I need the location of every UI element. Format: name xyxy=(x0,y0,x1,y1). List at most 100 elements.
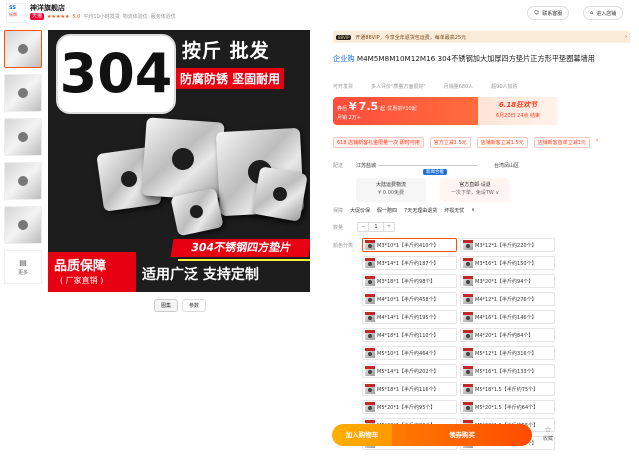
sku-label: M3*10*1【半斤约410个】 xyxy=(377,242,439,249)
contact-service-button[interactable]: ☺ 联系客服 xyxy=(527,6,570,20)
sku-label: M4*20*1【半斤约84个】 xyxy=(475,332,534,339)
product-meta-row: 可开发票 多人评价"质量方面很好" 月销量680人 超90人加购 xyxy=(333,83,518,90)
sku-option[interactable]: M5*18*1【半斤约116个】 xyxy=(362,382,457,396)
image-banner: 304不锈钢四方垫片 xyxy=(170,239,310,257)
sku-label: M4*14*1【半斤约195个】 xyxy=(377,314,439,321)
product-title: 企业购 M4M5M8M10M12M16 304不锈钢加大加厚四方垫片正方形平垫圈… xyxy=(333,53,623,64)
image-underline xyxy=(178,259,310,261)
image-title: 按斤 批发 xyxy=(182,40,270,62)
action-bar: 加入购物车 领券购买 ☆ 收藏 xyxy=(332,424,564,446)
favorite-button[interactable]: ☆ 收藏 xyxy=(536,425,560,445)
chevron-right-icon[interactable]: › xyxy=(596,137,598,148)
gallery-tabs: 图集 参数 xyxy=(154,299,207,312)
sku-label: M3*14*1【半斤约187个】 xyxy=(377,260,439,267)
sku-option[interactable]: M5*16*1【半斤约133个】 xyxy=(460,364,555,378)
shipping-option-1-price: ¥ 0.00免费 xyxy=(378,190,404,196)
sku-option[interactable]: M5*18*1.5【半斤约75个】 xyxy=(460,382,555,396)
sku-option[interactable]: M3*12*1【半斤约220个】 xyxy=(460,238,555,252)
thumbnail-4[interactable] xyxy=(4,162,42,200)
sku-option[interactable]: M3*10*1【半斤约410个】 xyxy=(362,238,457,252)
sku-option[interactable]: M5*10*1【半斤约464个】 xyxy=(362,346,457,360)
price-original: 优惠前¥10起 xyxy=(387,106,417,112)
sku-option[interactable]: M5*14*1【半斤约202个】 xyxy=(362,364,457,378)
sku-option[interactable]: M3*20*1【半斤约94个】 xyxy=(460,274,555,288)
sku-option[interactable]: M5*12*1【半斤约316个】 xyxy=(460,346,555,360)
shop-stat-logistics: 物流体验优 xyxy=(122,14,148,20)
buy-now-button[interactable]: 领券购买 xyxy=(392,424,532,446)
sku-option[interactable]: M3*16*1【半斤约150个】 xyxy=(460,256,555,270)
sku-option[interactable]: M3*18*1【半斤约98个】 xyxy=(362,274,457,288)
thumbnail-list: ▤ 更多 xyxy=(4,30,44,284)
shop-name[interactable]: 神洋旗舰店 xyxy=(30,3,65,13)
meta-sales: 月销量680人 xyxy=(443,84,474,90)
ship-to[interactable]: 台湾凤山区 xyxy=(494,162,519,169)
shipping-option-direct[interactable]: 官方直邮·设退 一次下单，免设TW ∨ xyxy=(440,178,510,202)
sku-thumb-icon xyxy=(365,384,375,394)
ship-from: 江苏盐城 xyxy=(356,163,377,169)
more-label: 更多 xyxy=(17,270,28,276)
ship-route-line xyxy=(378,165,478,166)
sku-thumb-icon xyxy=(463,384,473,394)
sku-option[interactable]: M5*20*1.5【半斤约64个】 xyxy=(460,400,555,414)
main-product-image[interactable]: 304 按斤 批发 防腐防锈 坚固耐用 304不锈钢四方垫片 品质保障 ( 厂家… xyxy=(48,30,310,292)
coupon-shop-new[interactable]: 店铺新客立减1.5元 xyxy=(476,137,528,148)
quantity-plus-button[interactable]: + xyxy=(384,223,394,231)
shipping-option-2-note: 一次下单，免设TW ∨ xyxy=(450,190,500,196)
thumbnail-2[interactable] xyxy=(4,74,42,112)
shop-info-row: 天猫 ★★★★★ 5.0 平均10小时发货 物流体验优 服务体验优 xyxy=(30,13,176,20)
price-box: 券后 ¥7.5 起 优惠前¥10起 月销 2万+ 6.18狂欢节 6月20日 2… xyxy=(333,97,558,125)
sku-option[interactable]: M4*16*1【半斤约146个】 xyxy=(460,310,555,324)
vip-icon: 88VIP xyxy=(336,34,352,40)
ship-tag: 新闻合推 xyxy=(423,169,447,175)
shipping-option-mainland[interactable]: 大陆运费物流 ¥ 0.00免费 xyxy=(356,178,426,202)
sku-thumb-icon xyxy=(365,348,375,358)
coupon-new-customer-gift[interactable]: 618 店铺新客礼金限量一次 即时可用 xyxy=(333,137,424,148)
sku-option[interactable]: M4*12*1【半斤约276个】 xyxy=(460,292,555,306)
coupon-first-order[interactable]: 店铺新客首单立减1元 xyxy=(533,137,590,148)
chevron-down-icon[interactable]: ∨ xyxy=(471,207,475,214)
tab-gallery[interactable]: 图集 xyxy=(154,299,179,312)
sku-option[interactable]: M5*20*1【半斤约95个】 xyxy=(362,400,457,414)
sku-label: M5*10*1【半斤约464个】 xyxy=(377,350,439,357)
sku-label: M5*16*1【半斤约133个】 xyxy=(475,368,537,375)
enter-shop-label: 进入店铺 xyxy=(596,10,617,17)
coupon-row: 618 店铺新客礼金限量一次 即时可用 官方立减1.5元 店铺新客立减1.5元 … xyxy=(333,137,598,148)
sku-option[interactable]: M4*18*1【半斤约110个】 xyxy=(362,328,457,342)
guarantee-row[interactable]: 保障 大促价保 假一赔四 7天无理由退货 坏损无忧 ∨ xyxy=(333,207,475,214)
thumbnail-3[interactable] xyxy=(4,118,42,156)
more-thumbnails-button[interactable]: ▤ 更多 xyxy=(4,250,42,284)
sku-option[interactable]: M3*14*1【半斤约187个】 xyxy=(362,256,457,270)
guarantee-item-fake: 假一赔四 xyxy=(377,208,398,214)
sku-label: M5*12*1【半斤约316个】 xyxy=(475,350,537,357)
sku-option[interactable]: M4*14*1【半斤约195个】 xyxy=(362,310,457,324)
thumbnail-1[interactable] xyxy=(4,30,42,68)
coupon-official[interactable]: 官方立减1.5元 xyxy=(429,137,471,148)
shop-logo[interactable]: SS 标牌 xyxy=(6,3,26,23)
image-quality-2: ( 厂家直销 ) xyxy=(60,276,104,285)
quantity-minus-button[interactable]: − xyxy=(358,223,368,231)
price-sub: 月销 2万+ xyxy=(337,115,361,121)
price-left: 券后 ¥7.5 起 优惠前¥10起 月销 2万+ xyxy=(337,100,417,121)
sku-thumb-icon xyxy=(463,330,473,340)
sku-thumb-icon xyxy=(463,402,473,412)
sku-label: M3*18*1【半斤约98个】 xyxy=(377,278,436,285)
tab-params[interactable]: 参数 xyxy=(182,299,207,312)
sku-option[interactable]: M4*20*1【半斤约84个】 xyxy=(460,328,555,342)
guarantee-item-price: 大促价保 xyxy=(350,208,371,214)
quantity-input[interactable]: 1 xyxy=(368,223,384,231)
add-to-cart-button[interactable]: 加入购物车 xyxy=(332,424,392,446)
image-slogan: 适用广泛 支持定制 xyxy=(142,267,259,283)
sku-option[interactable]: M4*10*1【半斤约458个】 xyxy=(362,292,457,306)
enterprise-link[interactable]: 企业购 xyxy=(333,54,355,63)
sku-thumb-icon xyxy=(365,402,375,412)
shipping-label: 配送 xyxy=(333,163,344,169)
sku-label: M4*18*1【半斤约110个】 xyxy=(377,332,439,339)
meta-cart: 超90人加购 xyxy=(491,84,518,90)
guarantee-item-return: 7天无理由退货 xyxy=(404,208,438,214)
price-label: 券后 xyxy=(337,106,348,112)
thumbnail-5[interactable] xyxy=(4,206,42,244)
sku-label: M4*16*1【半斤约146个】 xyxy=(475,314,537,321)
enter-shop-button[interactable]: ⌂ 进入店铺 xyxy=(583,6,624,20)
sku-thumb-icon xyxy=(365,294,375,304)
vip-promo-bar[interactable]: 88VIP 开通88VIP，今享全年退货包运费，每单最高25元 › xyxy=(333,31,630,43)
